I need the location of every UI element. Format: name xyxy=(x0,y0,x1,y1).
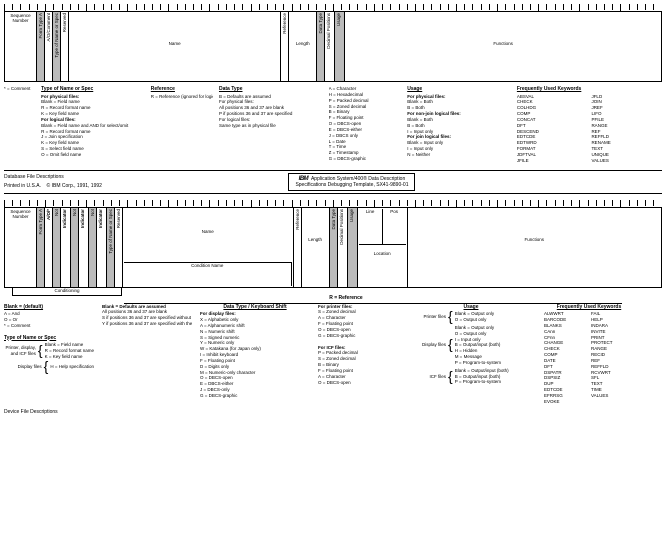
b-conditioning: Conditioning xyxy=(12,288,122,296)
list-item: O = Output only xyxy=(455,317,494,323)
list-item: O = DBCS-open xyxy=(318,380,398,386)
legend-db: * = Comment Type of Name or Spec For phy… xyxy=(4,86,662,164)
col-use: Usage xyxy=(336,13,341,26)
b-ind2: Indicator xyxy=(80,209,85,228)
list-item: G = DBCS-graphic xyxy=(318,333,398,339)
b-loc: Location xyxy=(359,245,406,286)
list-item: G = DBCS-graphic xyxy=(200,393,310,399)
col-namespec: Type of Name or Spec xyxy=(54,13,59,58)
list-item: O = Omit field name xyxy=(41,152,145,158)
b-aoc: A/O/* xyxy=(46,209,51,220)
b-seq: Sequence Number xyxy=(6,209,35,219)
list-item: Y if positions 36 and 37 are specified w… xyxy=(102,321,192,327)
ref-title: Reference xyxy=(151,86,213,93)
list-item: G = DBCS-graphic xyxy=(329,156,402,162)
b-dp: Decimal Positions xyxy=(339,209,344,245)
b-func: Functions xyxy=(409,237,660,242)
b-not1: Not xyxy=(54,209,59,216)
band-title2: Specifications Debugging Template, SX41-… xyxy=(295,182,408,188)
ref-connector: R = Reference xyxy=(124,298,622,304)
list-item: N = Neither xyxy=(407,152,511,158)
col-seq: Sequence Number xyxy=(6,13,35,23)
b-not3: Not xyxy=(90,209,95,216)
ruler-top xyxy=(4,4,662,12)
list-item: Same type as in physical file xyxy=(219,123,323,129)
col-reserved: Reserved xyxy=(62,13,67,32)
col-ref: Reference xyxy=(282,13,287,34)
list-item xyxy=(591,399,634,405)
footer: Device File Descriptions xyxy=(4,409,662,415)
legend-dev: Blank = (default) A = AndO = Or* = Comme… xyxy=(4,304,662,405)
list-item: VALUES xyxy=(591,158,662,164)
b-ref: Reference xyxy=(295,209,300,230)
col-dt: Data Type xyxy=(318,13,323,33)
title-band: Database File Descriptions Printed in U.… xyxy=(4,170,662,194)
list-item: P = Program-to-system xyxy=(455,360,501,366)
rref: R = Reference xyxy=(323,295,369,301)
list-item: JFILE xyxy=(517,158,588,164)
list-item: R = Reference (ignored for logical file) xyxy=(151,94,213,100)
spec-row-db: Sequence Number Form Type A A/O/Comment … xyxy=(4,12,662,82)
col-len: Length xyxy=(290,41,315,46)
spec-row-dev: Sequence Number Form Type A A/O/* Not In… xyxy=(4,208,662,288)
b-formtype: Form Type A xyxy=(38,209,43,234)
ns-title: Type of Name or Spec xyxy=(41,86,145,93)
comment-note: * = Comment xyxy=(4,86,35,92)
col-formtype: Form Type A xyxy=(38,13,43,38)
b-name: Name xyxy=(124,209,292,262)
b-dt: Data Type xyxy=(331,209,336,229)
col-dp: Decimal Positions xyxy=(326,13,331,49)
dt-title: Data Type xyxy=(219,86,323,93)
b-not2: Not xyxy=(72,209,77,216)
ruler-bottom xyxy=(4,200,662,208)
corp: © IBM Corp., 1991, 1992 xyxy=(47,183,102,189)
b-ind3: Indicator xyxy=(98,209,103,228)
kw-title: Frequently Used Keywords xyxy=(517,86,662,93)
b-len: Length xyxy=(303,237,328,242)
list-item: EVOKE xyxy=(544,399,587,405)
use-title: Usage xyxy=(407,86,511,93)
b-condname: Condition Name xyxy=(124,263,292,286)
b-ind1: Indicator xyxy=(62,209,67,228)
band-left: Database File Descriptions xyxy=(4,174,102,180)
printed: Printed in U.S.A. xyxy=(4,183,41,189)
col-aoc: A/O/Comment xyxy=(46,13,51,42)
b-reserved: Reserved xyxy=(116,209,121,228)
list-item: P = Program-to-system xyxy=(455,379,509,385)
b-pos: Pos xyxy=(383,209,406,244)
b-use: Usage xyxy=(349,209,354,222)
list-item: K = Key field name xyxy=(45,354,94,360)
list-item: * = Comment xyxy=(4,323,94,329)
list-item: H = Help specification xyxy=(50,364,94,370)
col-func: Functions xyxy=(346,41,660,46)
b-line: Line xyxy=(359,209,383,244)
col-name: Name xyxy=(70,41,279,46)
b-namespec: Type of Name or Spec xyxy=(108,209,113,254)
